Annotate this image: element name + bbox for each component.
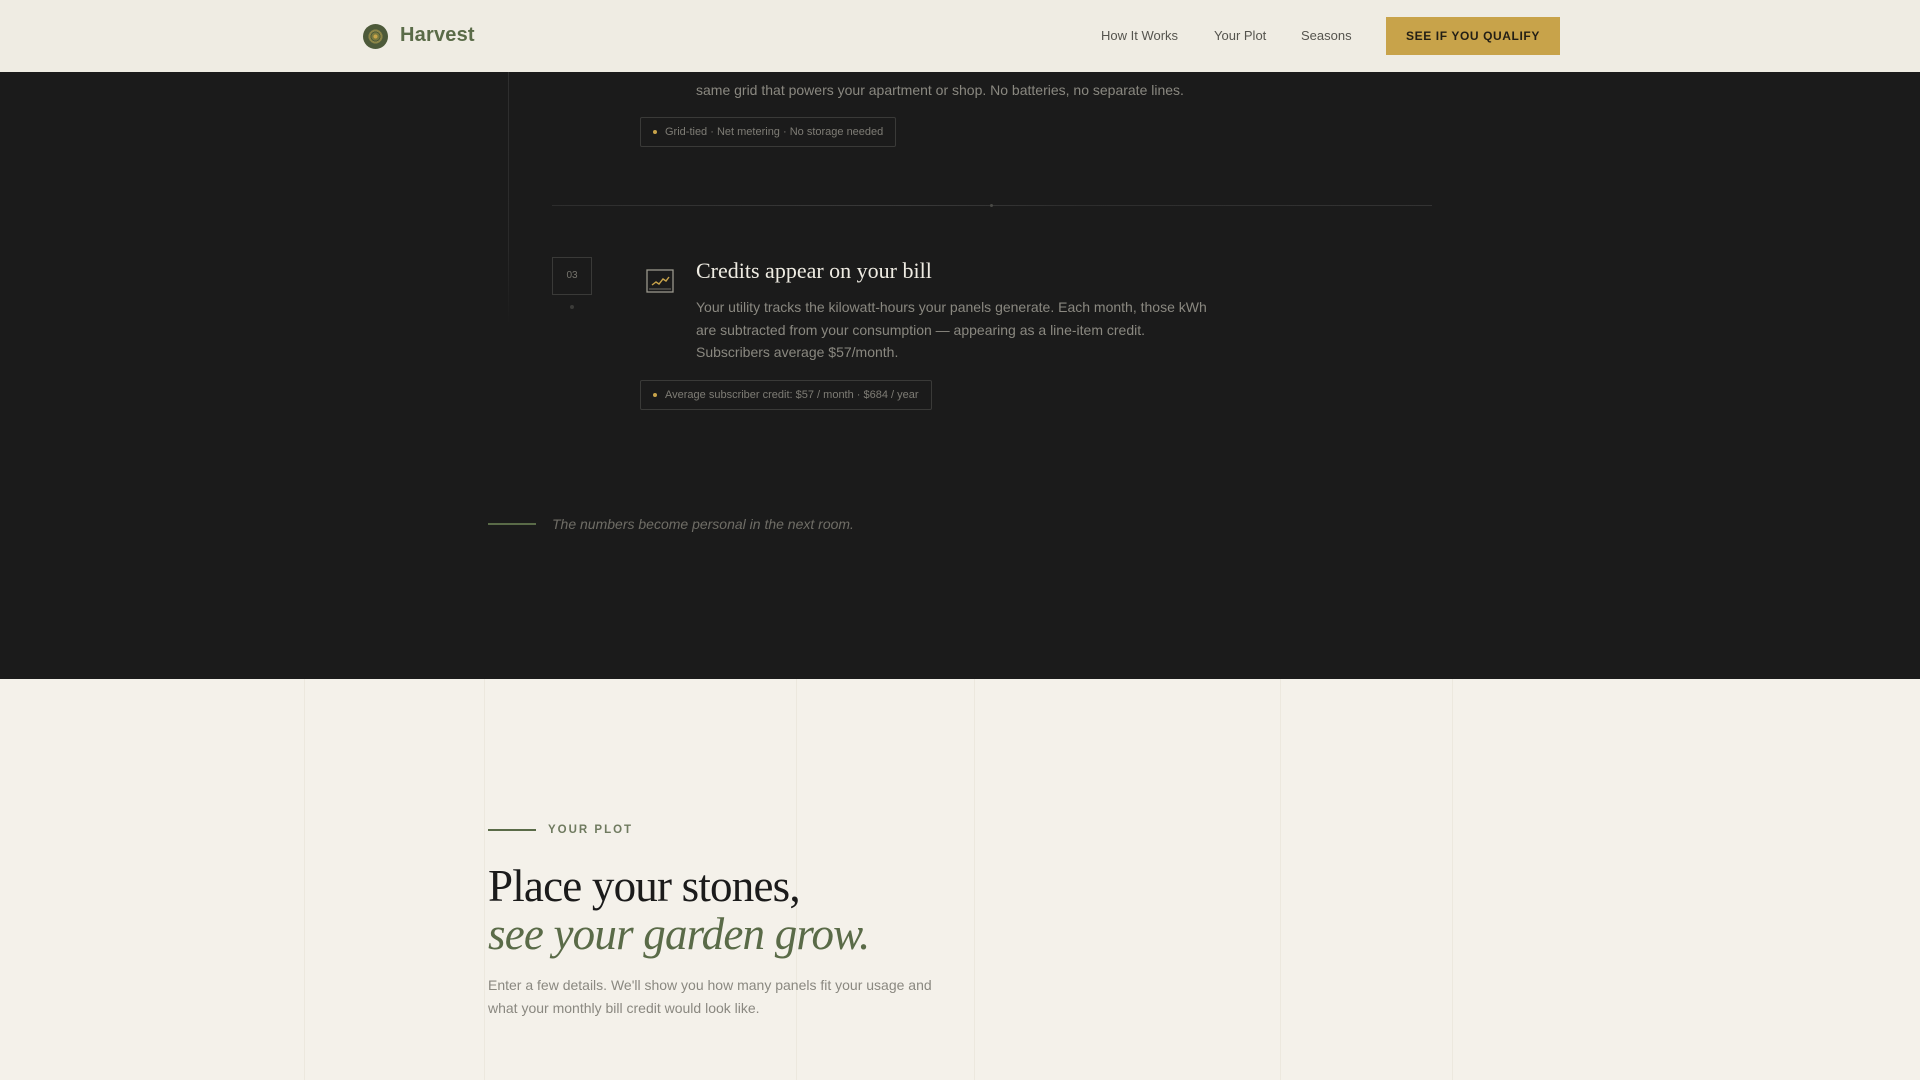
nav-your-plot[interactable]: Your Plot [1214,28,1266,43]
step-3-number-dot [570,305,574,309]
nav-how-it-works[interactable]: How It Works [1101,28,1178,43]
step-3-tag: Average subscriber credit: $57 / month ·… [640,380,932,410]
step-3-number: 03 [552,257,592,295]
grid-line [1452,679,1453,1080]
harvest-logo-icon[interactable] [363,24,388,49]
step-2-tag-text: Grid-tied · Net metering · No storage ne… [665,126,884,138]
grid-line [1280,679,1281,1080]
tag-bullet-icon [653,130,657,134]
grid-line [974,679,975,1080]
how-it-works-section [0,72,1920,679]
plot-headline-italic: see your garden grow. [488,909,870,959]
step-3-body: Your utility tracks the kilowatt-hours y… [696,299,1207,360]
qualify-cta-button[interactable]: SEE IF YOU QUALIFY [1386,17,1560,55]
transition-text: The numbers become personal in the next … [552,516,854,532]
brand-name[interactable]: Harvest [400,24,475,47]
step-2-tag: Grid-tied · Net metering · No storage ne… [640,117,897,147]
eyebrow-rule [488,829,536,831]
step-2-body: same grid that powers your apartment or … [696,82,1184,98]
grid-line [484,679,485,1080]
plot-headline: Place your stones, [488,861,801,911]
step-3-tag-text: Average subscriber credit: $57 / month ·… [665,389,919,401]
section-eyebrow: YOUR PLOT [548,824,634,836]
tag-bullet-icon [653,393,657,397]
line-chart-icon [646,269,674,293]
transition-rule [488,523,536,525]
nav-seasons[interactable]: Seasons [1301,28,1352,43]
divider-dot [990,204,993,207]
plot-lede: Enter a few details. We'll show you how … [488,977,932,1016]
your-plot-section [0,679,1920,1080]
step-3-title: Credits appear on your bill [696,258,932,283]
timeline-line [508,72,509,324]
site-header: Harvest How It Works Your Plot Seasons S… [0,0,1920,72]
grid-line [304,679,305,1080]
